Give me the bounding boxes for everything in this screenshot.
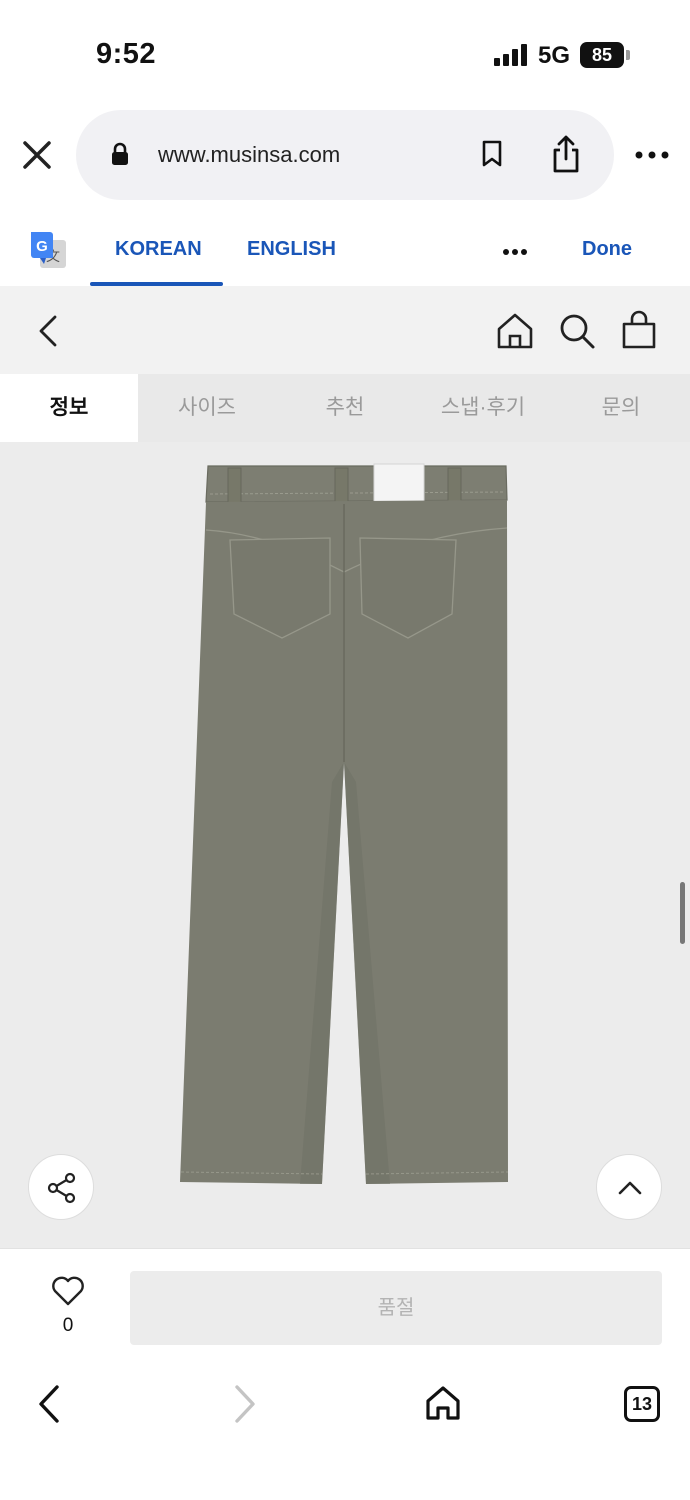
google-translate-icon: 文 G bbox=[31, 232, 66, 268]
scroll-top-button[interactable] bbox=[596, 1154, 662, 1220]
more-icon[interactable] bbox=[634, 150, 670, 160]
chevron-up-icon bbox=[618, 1181, 642, 1195]
signal-icon bbox=[494, 44, 530, 66]
search-icon[interactable] bbox=[558, 312, 596, 350]
nav-forward-icon[interactable] bbox=[232, 1384, 258, 1424]
tab-size[interactable]: 사이즈 bbox=[138, 374, 276, 442]
battery-tip bbox=[626, 50, 630, 60]
nav-home-icon[interactable] bbox=[424, 1384, 462, 1422]
heart-icon[interactable] bbox=[50, 1275, 86, 1307]
home-icon[interactable] bbox=[496, 312, 534, 350]
share-nodes-icon bbox=[47, 1172, 76, 1204]
tabs-count-button[interactable]: 13 bbox=[624, 1386, 660, 1422]
address-bar[interactable]: www.musinsa.com bbox=[76, 110, 614, 200]
browser-toolbar: 13 bbox=[0, 1362, 690, 1500]
product-tabs: 정보 사이즈 추천 스냅·후기 문의 bbox=[0, 374, 690, 442]
share-icon[interactable] bbox=[550, 134, 582, 174]
tab-inquiry[interactable]: 문의 bbox=[552, 374, 690, 442]
tab-snap-review[interactable]: 스냅·후기 bbox=[414, 374, 552, 442]
close-icon[interactable] bbox=[18, 136, 56, 174]
network-label: 5G bbox=[538, 42, 571, 69]
product-image-area[interactable] bbox=[0, 442, 690, 1248]
svg-text:G: G bbox=[36, 238, 48, 255]
status-bar: 9:52 5G 85 bbox=[0, 0, 690, 110]
battery-icon: 85 bbox=[580, 42, 624, 68]
translate-done-button[interactable]: Done bbox=[582, 238, 632, 261]
tab-info[interactable]: 정보 bbox=[0, 374, 138, 442]
lang-tab-korean[interactable]: KOREAN bbox=[115, 238, 202, 261]
translate-bar: 文 G KOREAN ENGLISH Done bbox=[0, 206, 690, 286]
like-count: 0 bbox=[62, 1315, 74, 1336]
nav-back-icon[interactable] bbox=[36, 1384, 62, 1424]
lock-icon bbox=[112, 142, 128, 165]
status-time: 9:52 bbox=[96, 38, 157, 70]
shopping-bag-icon[interactable] bbox=[620, 310, 658, 350]
browser-bar: www.musinsa.com bbox=[0, 110, 690, 206]
app-header bbox=[0, 286, 690, 374]
lang-tab-english[interactable]: ENGLISH bbox=[247, 238, 336, 261]
share-button[interactable] bbox=[28, 1154, 94, 1220]
purchase-bar: 0 품절 bbox=[0, 1248, 690, 1362]
product-image-pants bbox=[180, 463, 509, 1184]
soldout-button[interactable]: 품절 bbox=[130, 1271, 662, 1345]
scrollbar-thumb[interactable] bbox=[680, 882, 685, 944]
back-icon[interactable] bbox=[36, 314, 60, 348]
bookmark-icon[interactable] bbox=[480, 140, 504, 168]
url-text: www.musinsa.com bbox=[158, 142, 341, 167]
translate-more-icon[interactable] bbox=[502, 248, 528, 256]
tab-recommend[interactable]: 추천 bbox=[276, 374, 414, 442]
